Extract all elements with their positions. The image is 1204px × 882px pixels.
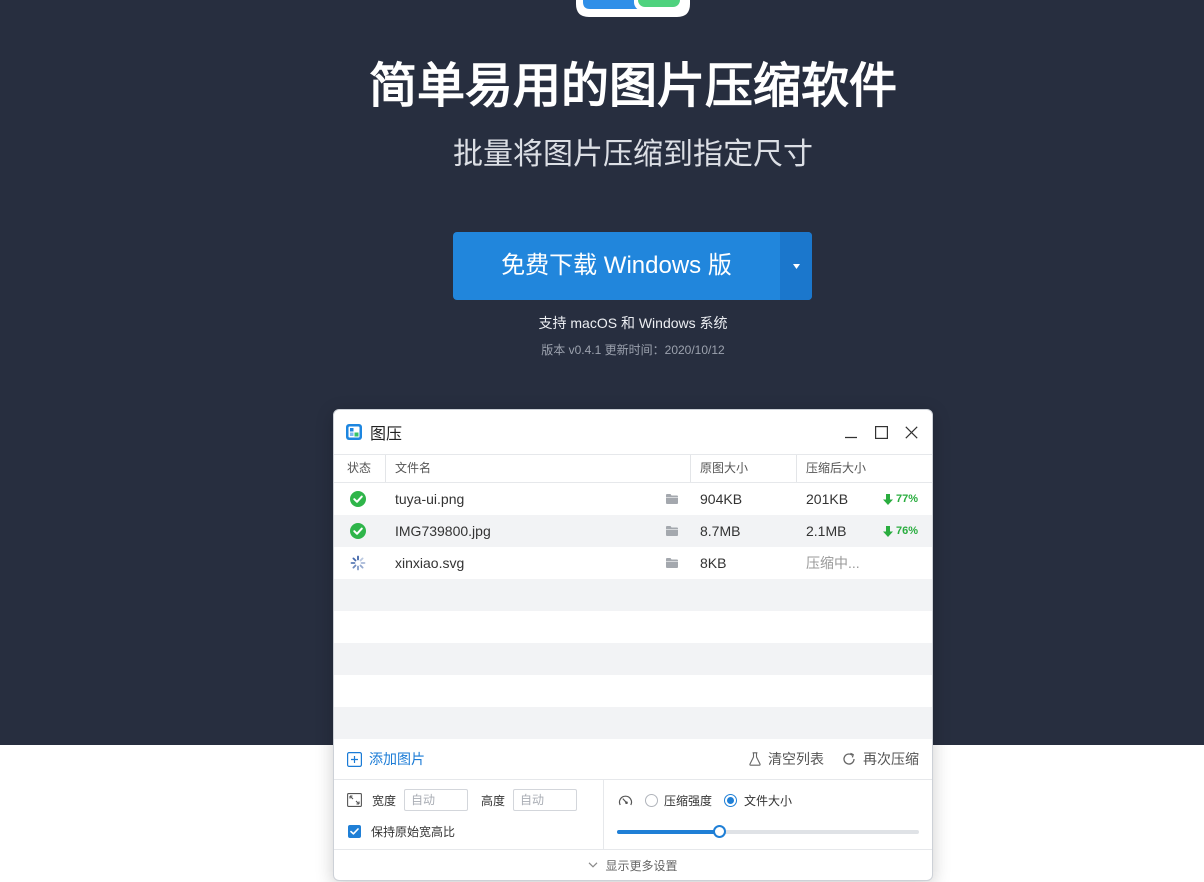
file-table-header: 状态 文件名 原图大小 压缩后大小: [334, 455, 932, 483]
dimension-row: 宽度 高度: [347, 789, 578, 811]
status-cell: [334, 523, 385, 539]
width-label: 宽度: [372, 793, 397, 808]
compressed-cell: 2.1MB 76%: [796, 523, 932, 539]
folder-icon[interactable]: [666, 526, 678, 536]
radio-file-size-label[interactable]: 文件大小: [744, 792, 792, 809]
filename-cell: xinxiao.svg: [385, 555, 690, 571]
tuya-app-icon: [346, 424, 362, 440]
caret-down-icon: [792, 263, 800, 269]
empty-row: [334, 707, 932, 739]
filename-cell: tuya-ui.png: [385, 491, 690, 507]
original-size: 8.7MB: [700, 523, 741, 539]
status-cell: [334, 491, 385, 507]
file-name: tuya-ui.png: [395, 491, 465, 507]
compression-ratio: 76%: [882, 525, 918, 537]
keep-ratio-row: 保持原始宽高比: [348, 821, 455, 841]
keep-ratio-label: 保持原始宽高比: [371, 824, 456, 839]
filename-cell: IMG739800.jpg: [385, 523, 690, 539]
version-text: 版本 v0.4.1 更新时间：2020/10/12: [541, 343, 725, 357]
column-filename[interactable]: 文件名: [385, 455, 690, 482]
status-cell: [334, 555, 385, 571]
compressed-size: 2.1MB: [806, 523, 847, 539]
file-table-body: tuya-ui.png 904KB 201KB 77% IMG739800.jp…: [334, 483, 932, 739]
compression-ratio: 77%: [882, 493, 918, 505]
slider-fill: [617, 829, 720, 834]
plus-square-icon: [347, 751, 362, 767]
window-title: 图压: [370, 426, 403, 443]
column-status[interactable]: 状态: [334, 455, 385, 482]
maximize-icon: [874, 425, 888, 439]
download-button-group: 免费下载 Windows 版: [453, 232, 812, 300]
show-more-settings-button[interactable]: 显示更多设置: [334, 849, 932, 880]
close-icon: [904, 425, 918, 439]
compressed-cell: 压缩中...: [796, 553, 932, 573]
compressed-cell: 201KB 77%: [796, 491, 932, 507]
app-window: 图压 状态 文件名 原图大小 压缩后大小 tuya-ui.png 904KB 2…: [333, 409, 933, 881]
file-name: xinxiao.svg: [395, 555, 465, 571]
folder-icon[interactable]: [666, 494, 678, 504]
hero-subtitle: 批量将图片压缩到指定尺寸: [453, 138, 813, 171]
radio-file-size[interactable]: [724, 793, 738, 807]
add-image-button[interactable]: 添加图片: [347, 749, 425, 769]
keep-ratio-checkbox[interactable]: [348, 824, 361, 838]
empty-row: [334, 611, 932, 643]
recompress-label: 再次压缩: [863, 751, 919, 767]
width-input[interactable]: [404, 789, 469, 811]
table-row[interactable]: xinxiao.svg 8KB 压缩中...: [334, 547, 932, 579]
mode-row: 压缩强度 文件大小: [618, 789, 792, 811]
check-circle-icon: [350, 523, 366, 539]
show-more-settings-label: 显示更多设置: [605, 858, 678, 873]
column-compressed-size[interactable]: 压缩后大小: [796, 455, 932, 482]
empty-row: [334, 675, 932, 707]
mode-settings-panel: 压缩强度 文件大小: [604, 780, 932, 849]
check-icon: [350, 827, 359, 835]
compressed-size: 201KB: [806, 491, 849, 507]
table-row[interactable]: tuya-ui.png 904KB 201KB 77%: [334, 483, 932, 515]
clear-list-button[interactable]: 清空列表: [749, 749, 824, 769]
window-titlebar[interactable]: 图压: [334, 410, 932, 455]
minimize-icon: [845, 436, 857, 439]
compressing-status: 压缩中...: [806, 555, 860, 571]
file-name: IMG739800.jpg: [395, 523, 491, 539]
ratio-value: 76%: [895, 525, 918, 537]
chevron-down-icon: [589, 862, 598, 868]
close-button[interactable]: [896, 417, 926, 447]
minimize-button[interactable]: [836, 417, 866, 447]
original-size: 904KB: [700, 491, 743, 507]
height-label: 高度: [481, 793, 506, 808]
ratio-value: 77%: [895, 493, 918, 505]
column-original-size[interactable]: 原图大小: [690, 455, 796, 482]
height-input[interactable]: [513, 789, 578, 811]
folder-icon[interactable]: [666, 558, 678, 568]
slider-thumb[interactable]: [713, 825, 727, 838]
download-windows-button[interactable]: 免费下载 Windows 版: [453, 232, 780, 300]
empty-row: [334, 579, 932, 611]
file-toolbar: 添加图片 清空列表 再次压缩: [334, 739, 932, 779]
spinner-icon: [350, 555, 366, 571]
clear-list-label: 清空列表: [768, 751, 824, 767]
tuya-app-logo-icon: [576, 0, 690, 17]
add-image-label: 添加图片: [369, 751, 425, 767]
gauge-icon: [618, 795, 633, 806]
arrow-down-icon: [882, 525, 893, 537]
flask-icon: [749, 752, 761, 766]
radio-compression-strength[interactable]: [645, 793, 658, 807]
radio-compression-strength-label[interactable]: 压缩强度: [664, 792, 712, 809]
table-row[interactable]: IMG739800.jpg 8.7MB 2.1MB 76%: [334, 515, 932, 547]
resize-icon: [347, 793, 362, 807]
download-dropdown-button[interactable]: [780, 232, 812, 300]
platform-support-text: 支持 macOS 和 Windows 系统: [538, 315, 728, 331]
size-settings-panel: 宽度 高度 保持原始宽高比: [334, 780, 604, 849]
check-circle-icon: [350, 491, 366, 507]
maximize-button[interactable]: [866, 417, 896, 447]
size-slider[interactable]: [617, 825, 919, 838]
empty-row: [334, 643, 932, 675]
original-size: 8KB: [700, 555, 727, 571]
arrow-down-icon: [882, 493, 893, 505]
hero-title: 简单易用的图片压缩软件: [368, 60, 897, 113]
toolbar-actions: 清空列表 再次压缩: [749, 749, 919, 769]
refresh-icon: [843, 752, 855, 765]
recompress-button[interactable]: 再次压缩: [842, 749, 919, 769]
compression-settings: 宽度 高度 保持原始宽高比 压缩强度 文件大小: [334, 779, 932, 849]
